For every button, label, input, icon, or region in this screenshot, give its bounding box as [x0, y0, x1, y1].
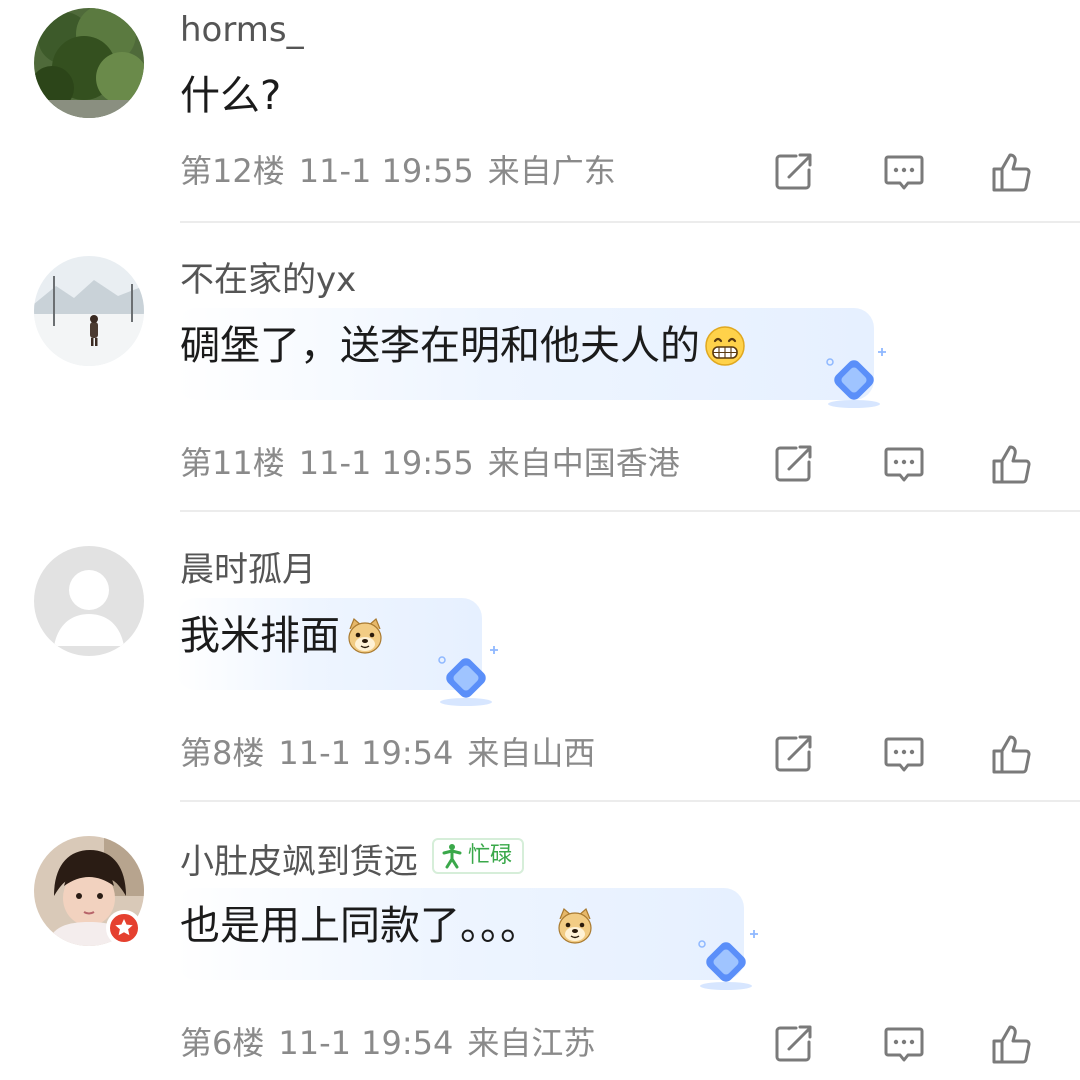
username[interactable]: 小肚皮飒到赁远 忙碌 — [180, 838, 525, 884]
gem-icon — [430, 640, 506, 716]
comment-time: 11-1 19:55 — [298, 444, 474, 482]
share-button[interactable] — [772, 442, 816, 486]
reply-button[interactable] — [882, 442, 926, 486]
like-button[interactable] — [990, 150, 1034, 194]
reply-icon — [884, 155, 924, 190]
share-icon — [775, 1025, 812, 1062]
share-button[interactable] — [772, 1022, 816, 1066]
comment-location: 来自中国香港 — [487, 444, 680, 482]
comment-item: horms_ 什么? 第12楼 11-1 19:55 来自广东 — [0, 0, 1080, 290]
comment-time: 11-1 19:55 — [298, 152, 474, 190]
doge-icon — [554, 905, 596, 947]
gem-icon — [690, 924, 766, 1000]
share-icon — [775, 735, 812, 772]
comment-meta: 第6楼 11-1 19:54 来自江苏 — [180, 1018, 609, 1068]
reply-button[interactable] — [882, 150, 926, 194]
reply-icon — [884, 447, 924, 482]
floor-number: 第12楼 — [180, 152, 285, 190]
floor-number: 第6楼 — [180, 1024, 265, 1062]
comment-text: 碉堡了，送李在明和他夫人的 — [180, 316, 746, 376]
reply-button[interactable] — [882, 732, 926, 776]
running-figure-icon — [442, 844, 462, 869]
like-button[interactable] — [990, 1022, 1034, 1066]
username[interactable]: horms_ — [180, 8, 304, 52]
gem-icon — [818, 342, 894, 418]
divider — [180, 510, 1080, 512]
doge-icon — [344, 615, 386, 657]
like-icon — [992, 1025, 1031, 1064]
comment-time: 11-1 19:54 — [278, 734, 454, 772]
comment-text: 也是用上同款了。。。 — [180, 896, 596, 956]
snow-landscape-avatar-icon — [34, 256, 144, 366]
user-avatar[interactable] — [34, 546, 144, 656]
like-button[interactable] — [990, 732, 1034, 776]
comment-text-content: 什么? — [180, 73, 282, 119]
comment-text-content: 我米排面 — [180, 613, 340, 659]
default-user-avatar-icon — [34, 546, 144, 656]
comment-item: 不在家的yx 碉堡了，送李在明和他夫人的 第11楼 11-1 19:55 来自中国香… — [0, 250, 1080, 540]
comment-location: 来自广东 — [487, 152, 616, 190]
grinning-face-icon — [704, 325, 746, 367]
floor-number: 第8楼 — [180, 734, 265, 772]
comment-time: 11-1 19:54 — [278, 1024, 454, 1062]
like-icon — [992, 153, 1031, 192]
divider — [180, 221, 1080, 223]
verified-badge — [106, 910, 142, 946]
vip-tag[interactable]: 忙碌 — [432, 838, 525, 874]
share-icon — [775, 445, 812, 482]
share-button[interactable] — [772, 150, 816, 194]
reply-icon — [884, 1027, 924, 1062]
like-icon — [992, 735, 1031, 774]
reply-icon — [884, 737, 924, 772]
username[interactable]: 晨时孤月 — [180, 548, 316, 592]
divider — [180, 800, 1080, 802]
vip-label: 忙碌 — [468, 843, 513, 868]
user-avatar[interactable] — [34, 8, 144, 118]
comment-text-content: 也是用上同款了。。。 — [180, 903, 540, 949]
comment-text-content: 碉堡了，送李在明和他夫人的 — [180, 323, 700, 369]
share-icon — [775, 153, 812, 190]
share-button[interactable] — [772, 732, 816, 776]
comment-meta: 第11楼 11-1 19:55 来自中国香港 — [180, 438, 694, 488]
user-avatar[interactable] — [34, 256, 144, 366]
like-icon — [992, 445, 1031, 484]
floor-number: 第11楼 — [180, 444, 285, 482]
comment-meta: 第8楼 11-1 19:54 来自山西 — [180, 728, 609, 778]
tree-avatar-icon — [34, 8, 144, 118]
comment-location: 来自山西 — [467, 734, 596, 772]
star-badge-icon — [115, 919, 133, 936]
comment-list: horms_ 什么? 第12楼 11-1 19:55 来自广东 不在家的yx 碉… — [0, 0, 1080, 1080]
comment-meta: 第12楼 11-1 19:55 来自广东 — [180, 146, 630, 196]
comment-item: 小肚皮飒到赁远 忙碌 也是用上同款了。。。 第6楼 11-1 19:54 来自江苏 — [0, 830, 1080, 1080]
username[interactable]: 不在家的yx — [180, 258, 356, 302]
comment-text: 什么? — [180, 66, 281, 126]
comment-location: 来自江苏 — [467, 1024, 596, 1062]
username-text: 小肚皮飒到赁远 — [180, 842, 418, 882]
reply-button[interactable] — [882, 1022, 926, 1066]
comment-text: 我米排面 — [180, 606, 386, 666]
like-button[interactable] — [990, 442, 1034, 486]
comment-item: 晨时孤月 我米排面 第8楼 11-1 19:54 来自山西 — [0, 540, 1080, 830]
